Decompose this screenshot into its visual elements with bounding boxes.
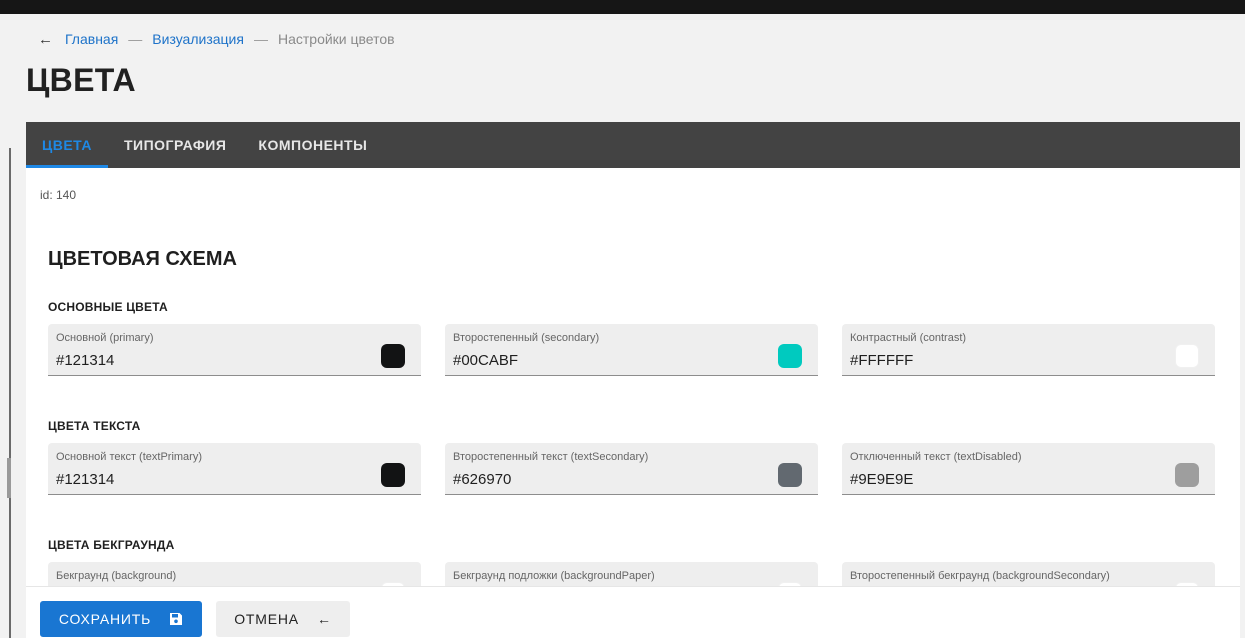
cancel-button[interactable]: ОТМЕНА ← <box>216 601 350 637</box>
left-rail-handle[interactable] <box>7 458 11 498</box>
field-value: #00CABF <box>453 352 519 369</box>
breadcrumb-separator: — <box>253 31 268 47</box>
field-label: Бекграунд подложки (backgroundPaper) <box>453 570 655 582</box>
tab-typography[interactable]: ТИПОГРАФИЯ <box>108 122 242 168</box>
field-value: #121314 <box>56 352 115 369</box>
breadcrumb: ← Главная — Визуализация — Настройки цве… <box>38 30 395 48</box>
breadcrumb-visualization-link[interactable]: Визуализация <box>152 31 244 47</box>
save-button[interactable]: СОХРАНИТЬ <box>40 601 202 637</box>
color-swatch[interactable] <box>381 344 405 368</box>
field-label: Второстепенный бекграунд (backgroundSeco… <box>850 570 1110 582</box>
field-label: Контрастный (contrast) <box>850 332 967 344</box>
field-label: Второстепенный текст (textSecondary) <box>453 451 649 463</box>
contrast-color-field[interactable]: Контрастный (contrast) #FFFFFF <box>842 324 1215 376</box>
field-label: Отключенный текст (textDisabled) <box>850 451 1022 463</box>
group-title-text-colors: ЦВЕТА ТЕКСТА <box>48 419 141 433</box>
field-value: #9E9E9E <box>850 471 914 488</box>
breadcrumb-current: Настройки цветов <box>277 31 395 47</box>
arrow-left-icon: ← <box>316 611 332 627</box>
text-disabled-field[interactable]: Отключенный текст (textDisabled) #9E9E9E <box>842 443 1215 495</box>
record-id: id: 140 <box>40 188 77 202</box>
left-rail <box>9 148 11 638</box>
color-swatch[interactable] <box>778 463 802 487</box>
field-label: Бекграунд (background) <box>56 570 177 582</box>
color-swatch[interactable] <box>1175 344 1199 368</box>
field-label: Основной (primary) <box>56 332 154 344</box>
back-arrow-icon[interactable]: ← <box>38 31 53 48</box>
group-title-main-colors: ОСНОВНЫЕ ЦВЕТА <box>48 300 168 314</box>
cancel-button-label: ОТМЕНА <box>234 611 299 627</box>
group-title-background-colors: ЦВЕТА БЕКГРАУНДА <box>48 538 175 552</box>
field-row-main-colors: Основной (primary) #121314 Второстепенны… <box>48 324 1216 376</box>
color-swatch[interactable] <box>1175 463 1199 487</box>
floppy-disk-icon <box>169 612 183 626</box>
action-bar: СОХРАНИТЬ ОТМЕНА ← <box>26 586 1240 638</box>
top-window-bar <box>0 0 1245 14</box>
save-button-label: СОХРАНИТЬ <box>58 611 152 627</box>
breadcrumb-separator: — <box>128 31 143 47</box>
tab-components[interactable]: КОМПОНЕНТЫ <box>242 122 383 168</box>
tab-colors[interactable]: ЦВЕТА <box>26 122 108 168</box>
primary-color-field[interactable]: Основной (primary) #121314 <box>48 324 421 376</box>
field-row-text-colors: Основной текст (textPrimary) #121314 Вто… <box>48 443 1216 495</box>
field-label: Основной текст (textPrimary) <box>56 451 202 463</box>
text-secondary-field[interactable]: Второстепенный текст (textSecondary) #62… <box>445 443 818 495</box>
field-label: Второстепенный (secondary) <box>453 332 600 344</box>
settings-card: ЦВЕТА ТИПОГРАФИЯ КОМПОНЕНТЫ id: 140 ЦВЕТ… <box>26 122 1240 638</box>
page-title: ЦВЕТА <box>26 62 136 98</box>
field-value: #626970 <box>453 471 512 488</box>
text-primary-field[interactable]: Основной текст (textPrimary) #121314 <box>48 443 421 495</box>
field-value: #FFFFFF <box>850 352 914 369</box>
breadcrumb-home-link[interactable]: Главная <box>65 31 118 47</box>
field-value: #121314 <box>56 471 115 488</box>
section-title-color-scheme: ЦВЕТОВАЯ СХЕМА <box>48 248 237 270</box>
color-swatch[interactable] <box>778 344 802 368</box>
color-swatch[interactable] <box>381 463 405 487</box>
secondary-color-field[interactable]: Второстепенный (secondary) #00CABF <box>445 324 818 376</box>
tab-bar: ЦВЕТА ТИПОГРАФИЯ КОМПОНЕНТЫ <box>26 122 1240 168</box>
